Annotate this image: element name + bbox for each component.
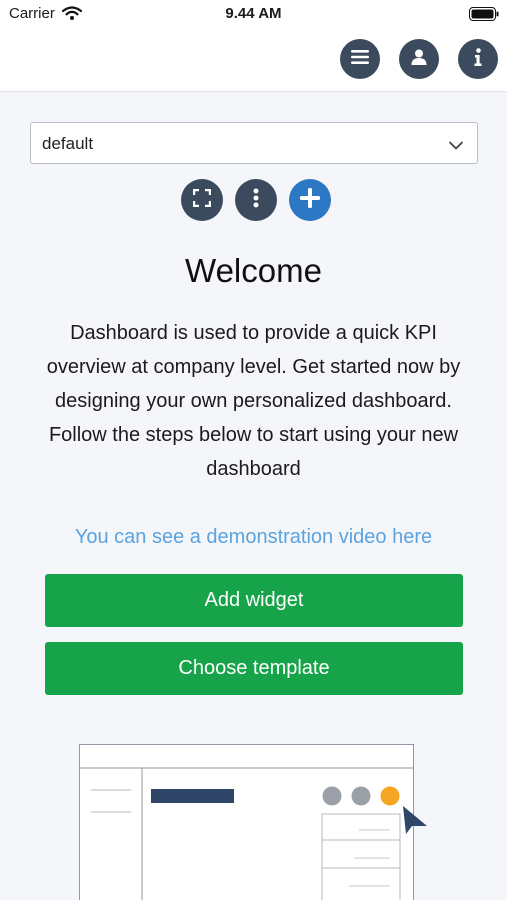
more-vertical-icon [253, 188, 259, 213]
clock: 9.44 AM [225, 5, 282, 22]
steps-text: Follow the steps below to start using yo… [48, 424, 459, 480]
more-options-button[interactable] [235, 179, 277, 221]
battery-icon [469, 7, 499, 21]
choose-template-button[interactable]: Choose template [45, 642, 463, 695]
user-icon [411, 49, 427, 70]
app-header [0, 28, 507, 92]
dashboard-select[interactable]: default [30, 122, 478, 164]
dashboard-illustration [79, 744, 429, 900]
welcome-intro: Dashboard is used to provide a quick KPI… [40, 316, 467, 486]
info-button[interactable] [458, 39, 498, 79]
add-icon [300, 187, 320, 213]
fullscreen-button[interactable] [181, 179, 223, 221]
menu-button[interactable] [340, 39, 380, 79]
welcome-title: Welcome [185, 252, 322, 289]
fullscreen-icon [192, 188, 212, 212]
intro-text: Dashboard is used to provide a quick KPI… [46, 322, 461, 412]
info-icon [474, 47, 482, 71]
dashboard-select-value: default [42, 134, 94, 153]
status-bar: Carrier 9.44 AM [0, 0, 507, 28]
add-dashboard-button[interactable] [289, 179, 331, 221]
chevron-down-icon [449, 137, 463, 155]
add-widget-button[interactable]: Add widget [45, 574, 463, 627]
user-button[interactable] [399, 39, 439, 79]
menu-icon [351, 49, 369, 69]
demo-video-link[interactable]: You can see a demonstration video here [0, 520, 507, 554]
